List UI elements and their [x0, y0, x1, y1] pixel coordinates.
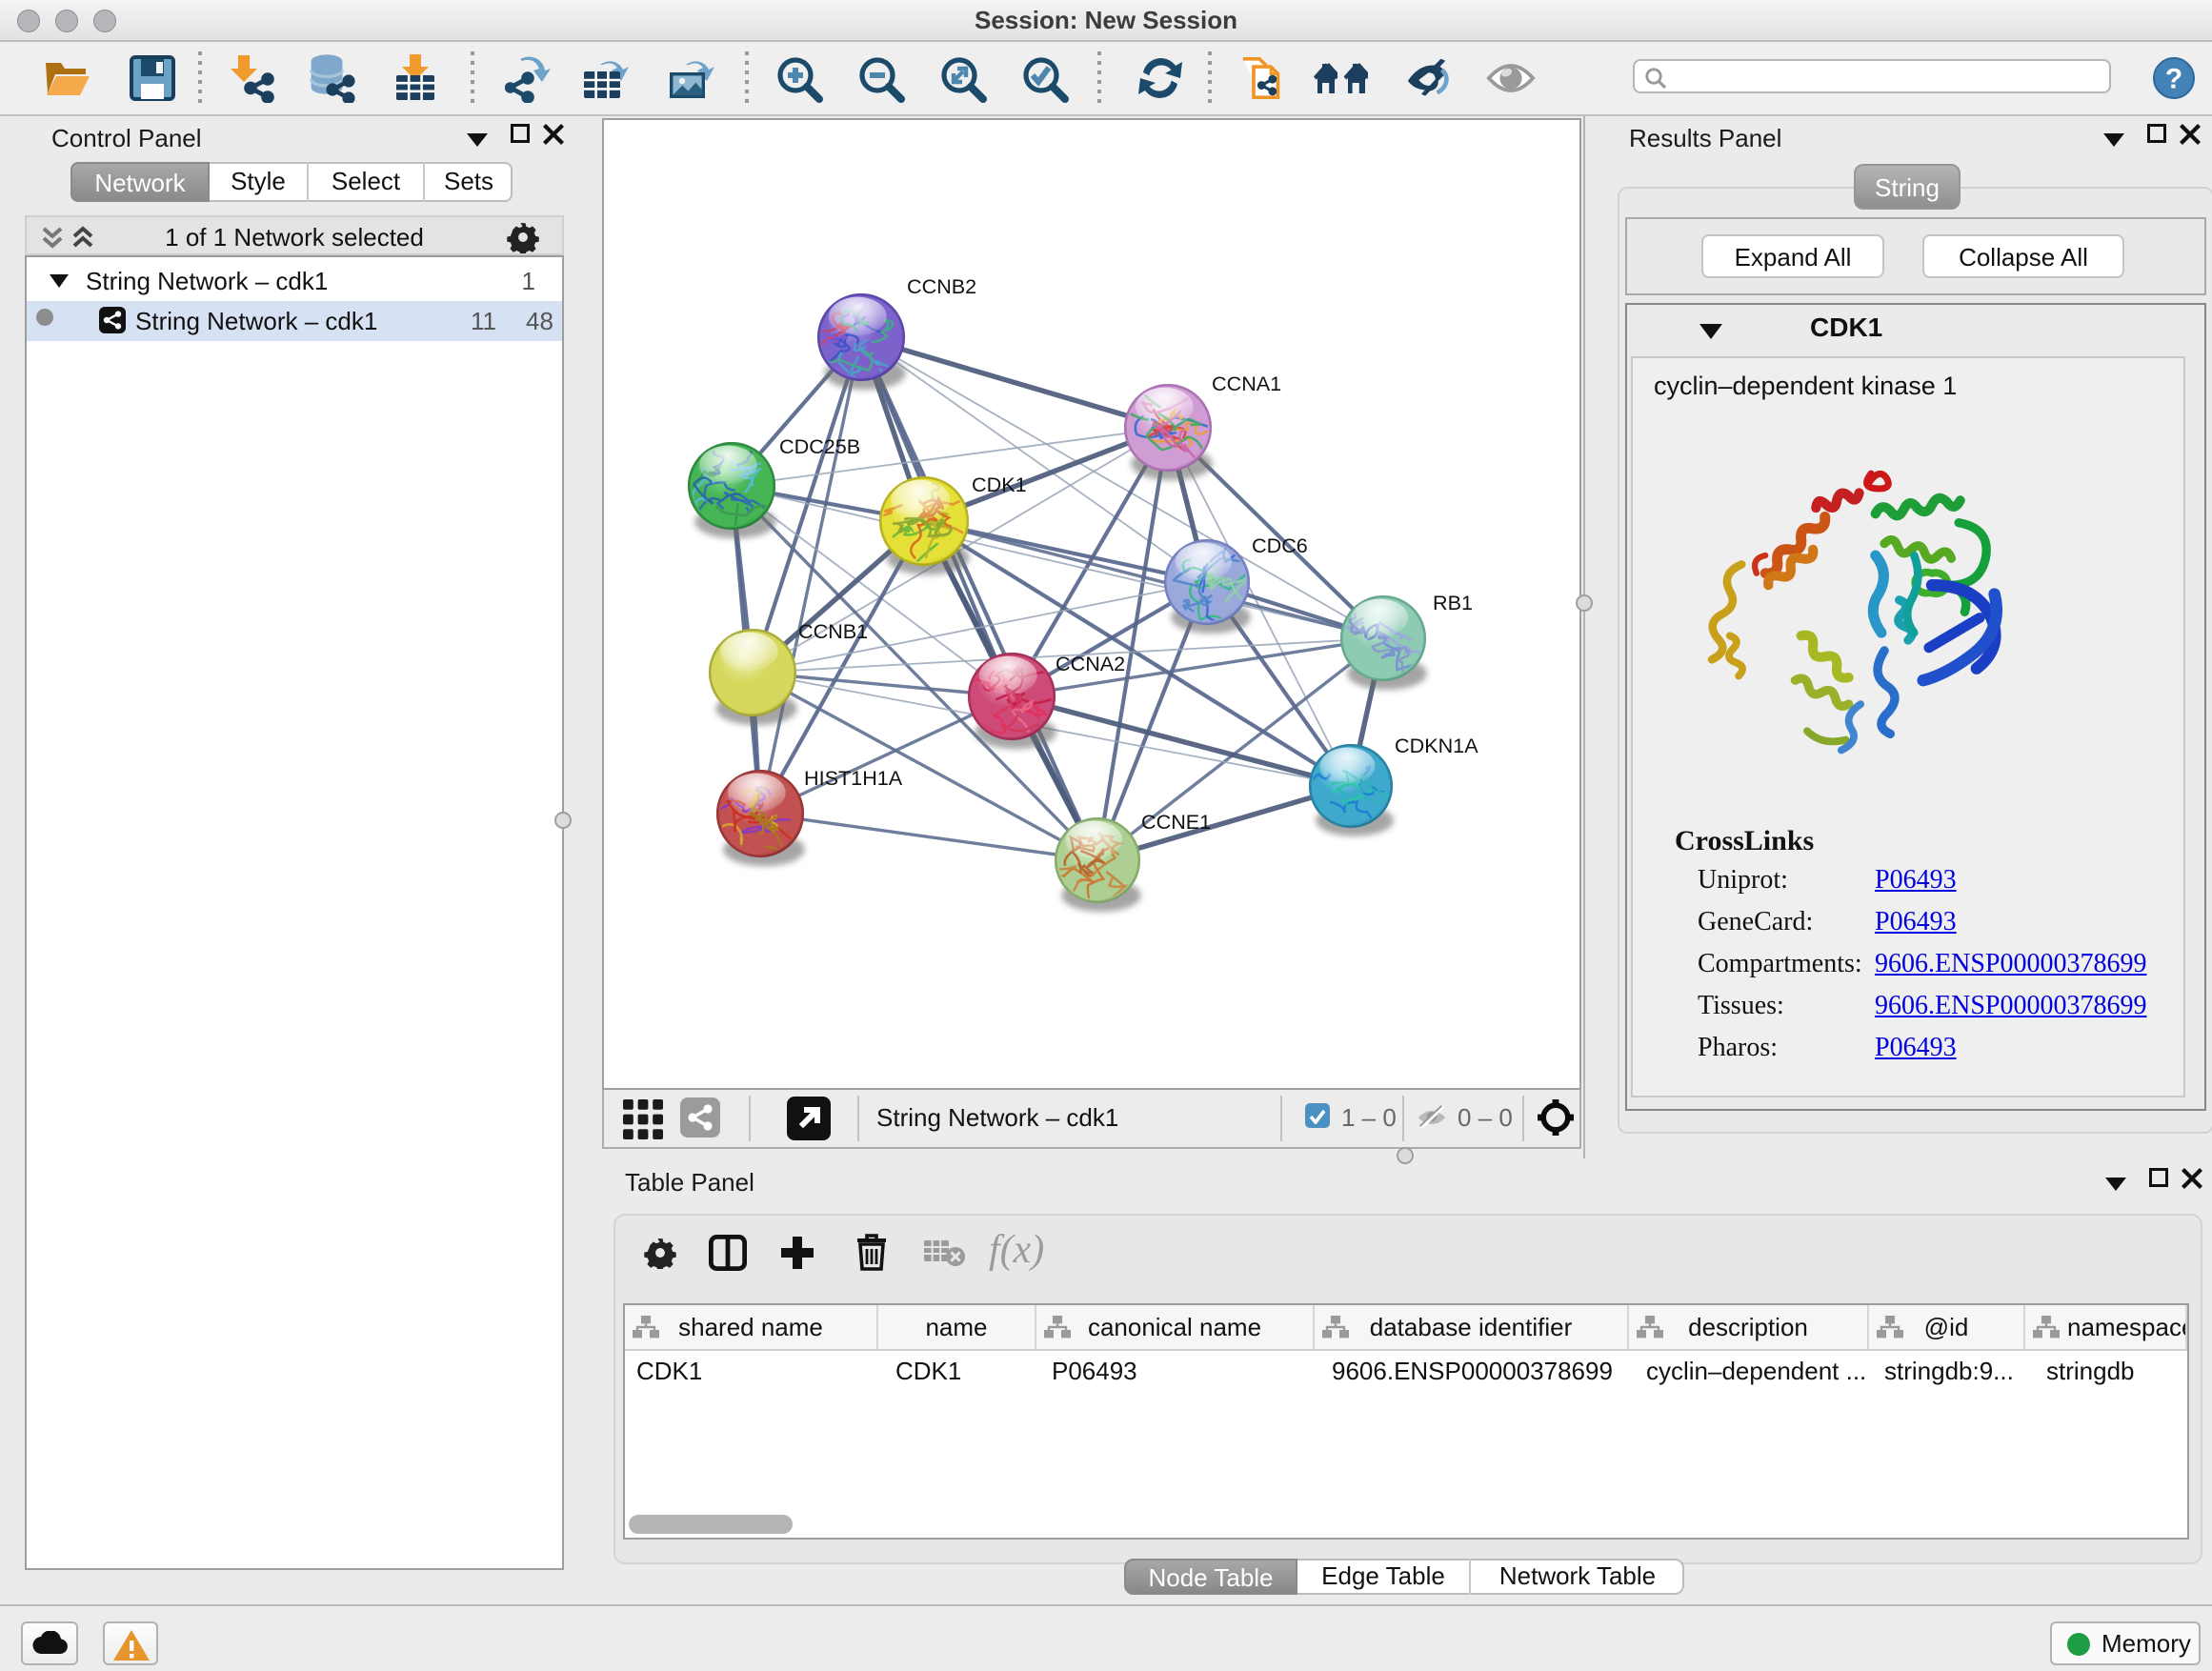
svg-text:CCNB1: CCNB1	[798, 619, 868, 643]
svg-text:CCNB2: CCNB2	[907, 274, 976, 298]
svg-text:CCNA2: CCNA2	[1056, 652, 1125, 675]
svg-text:RB1: RB1	[1433, 591, 1473, 614]
svg-text:CCNA1: CCNA1	[1212, 372, 1281, 395]
svg-text:CDK1: CDK1	[972, 473, 1027, 496]
svg-text:CDC25B: CDC25B	[779, 434, 860, 458]
svg-text:CDKN1A: CDKN1A	[1395, 734, 1478, 757]
svg-text:?: ?	[2165, 63, 2182, 94]
svg-text:HIST1H1A: HIST1H1A	[804, 766, 903, 790]
svg-text:CDC6: CDC6	[1252, 534, 1308, 557]
svg-text:CCNE1: CCNE1	[1141, 810, 1211, 834]
